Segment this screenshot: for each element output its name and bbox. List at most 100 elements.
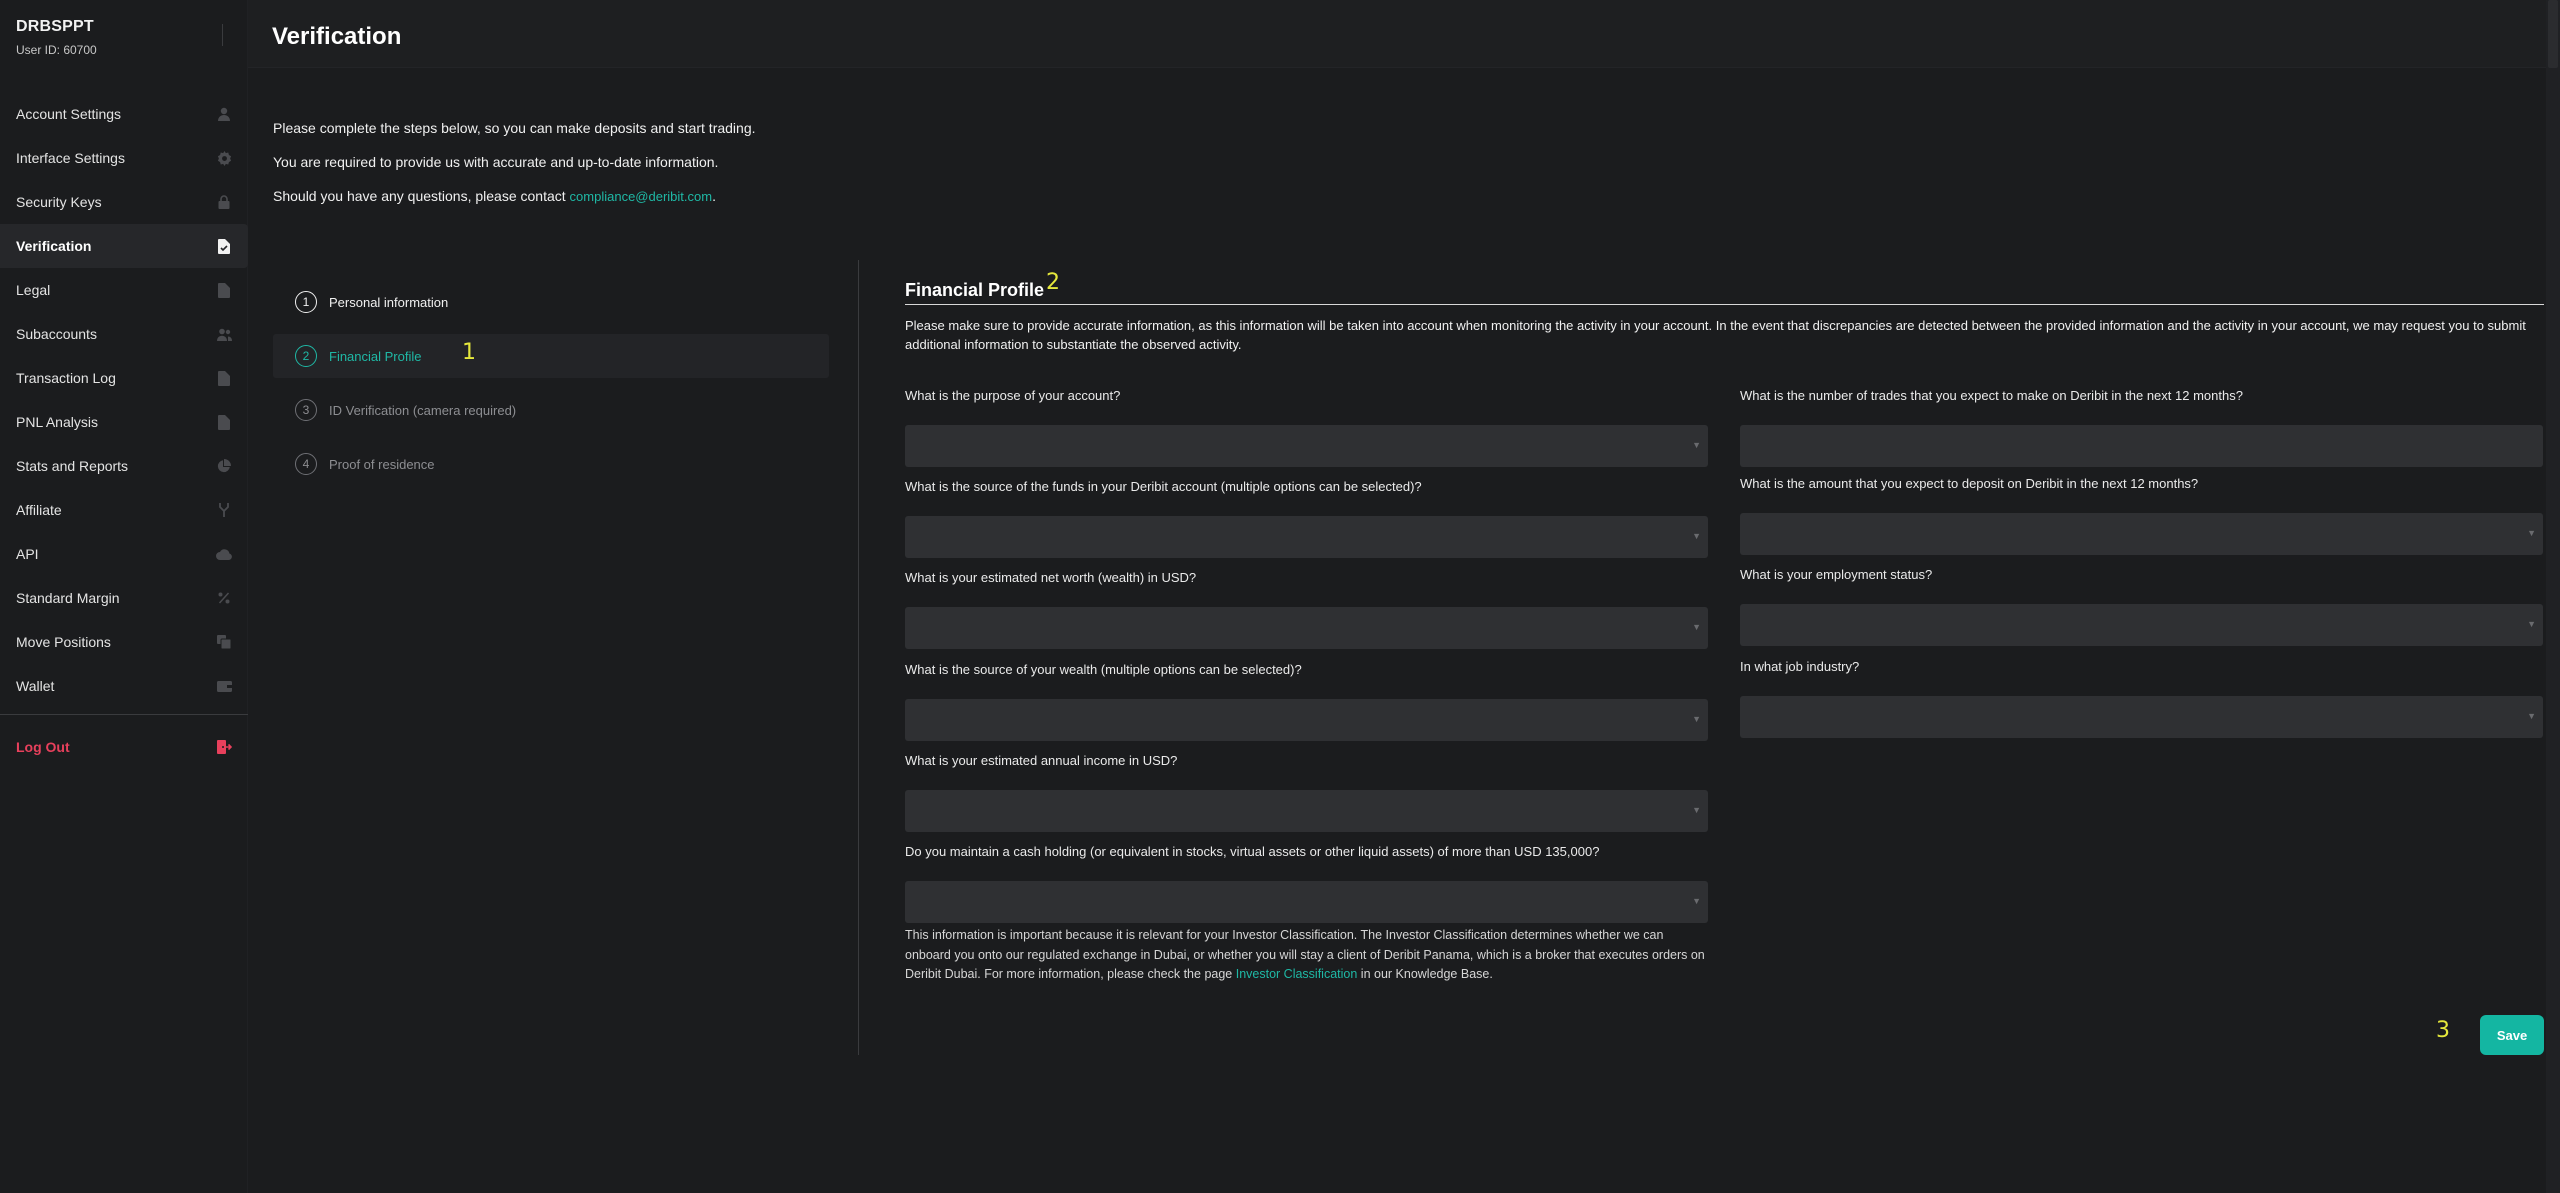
- scrollbar[interactable]: [2546, 0, 2560, 1193]
- field-annual-income: What is your estimated annual income in …: [905, 753, 1708, 832]
- sidebar-item-label: Security Keys: [16, 194, 102, 210]
- chevron-down-icon: ▼: [2527, 528, 2536, 538]
- sidebar-item-security-keys[interactable]: Security Keys: [0, 180, 248, 224]
- field-label: What is your estimated annual income in …: [905, 753, 1178, 768]
- users-icon: [216, 326, 232, 342]
- field-label: In what job industry?: [1740, 659, 1860, 674]
- sidebar-item-pnl-analysis[interactable]: PNL Analysis: [0, 400, 248, 444]
- column-divider: [858, 260, 859, 1055]
- job-industry-select[interactable]: ▼: [1740, 696, 2543, 738]
- chevron-down-icon: ▼: [1692, 714, 1701, 724]
- user-id: User ID: 60700: [16, 43, 97, 57]
- sidebar: DRBSPPT User ID: 60700 Account Settings …: [0, 0, 248, 1193]
- save-button[interactable]: Save: [2480, 1015, 2544, 1055]
- step-personal-information[interactable]: 1 Personal information: [273, 280, 829, 324]
- chevron-down-icon: ▼: [1692, 440, 1701, 450]
- sidebar-item-standard-margin[interactable]: Standard Margin: [0, 576, 248, 620]
- source-of-funds-select[interactable]: ▼: [905, 516, 1708, 558]
- form-title: Financial Profile: [905, 280, 1045, 300]
- page-header: Verification: [248, 0, 2546, 68]
- intro-line: Should you have any questions, please co…: [273, 188, 756, 222]
- percent-icon: [216, 590, 232, 606]
- sidebar-divider: [0, 714, 248, 715]
- user-block: DRBSPPT User ID: 60700: [16, 18, 97, 57]
- account-purpose-select[interactable]: ▼: [905, 425, 1708, 467]
- field-label: What is your estimated net worth (wealth…: [905, 570, 1197, 585]
- user-name: DRBSPPT: [16, 18, 94, 35]
- field-account-purpose: What is the purpose of your account? ▼: [905, 388, 1708, 467]
- sidebar-item-label: Transaction Log: [16, 370, 116, 386]
- scrollbar-thumb[interactable]: [2548, 0, 2558, 68]
- field-label: What is the source of the funds in your …: [905, 479, 1422, 494]
- intro-line: Please complete the steps below, so you …: [273, 120, 756, 136]
- sidebar-item-legal[interactable]: Legal: [0, 268, 248, 312]
- chevron-down-icon: ▼: [1692, 531, 1701, 541]
- net-worth-select[interactable]: ▼: [905, 607, 1708, 649]
- wallet-icon: [216, 678, 232, 694]
- compliance-email-link[interactable]: compliance@deribit.com: [570, 189, 713, 204]
- field-expected-deposit: What is the amount that you expect to de…: [1740, 476, 2543, 555]
- intro-line: You are required to provide us with accu…: [273, 154, 719, 170]
- logout-label: Log Out: [16, 739, 70, 755]
- step-label: Proof of residence: [329, 456, 435, 472]
- field-cash-holding: Do you maintain a cash holding (or equiv…: [905, 844, 1708, 923]
- sidebar-item-verification[interactable]: Verification: [0, 224, 248, 268]
- step-label: Financial Profile: [329, 348, 422, 364]
- gear-icon: [216, 150, 232, 166]
- intro-contact-prefix: Should you have any questions, please co…: [273, 188, 570, 204]
- sidebar-item-affiliate[interactable]: Affiliate: [0, 488, 248, 532]
- cash-holding-select[interactable]: ▼: [905, 881, 1708, 923]
- sidebar-item-move-positions[interactable]: Move Positions: [0, 620, 248, 664]
- sidebar-item-transaction-log[interactable]: Transaction Log: [0, 356, 248, 400]
- sidebar-item-label: Standard Margin: [16, 590, 120, 606]
- sidebar-item-account-settings[interactable]: Account Settings: [0, 92, 248, 136]
- step-financial-profile[interactable]: 2 Financial Profile: [273, 334, 829, 378]
- field-expected-trades: What is the number of trades that you ex…: [1740, 388, 2543, 467]
- step-number: 2: [295, 345, 317, 367]
- page-title: Verification: [272, 23, 402, 50]
- document-check-icon: [216, 238, 232, 254]
- sidebar-item-stats-and-reports[interactable]: Stats and Reports: [0, 444, 248, 488]
- step-number: 4: [295, 453, 317, 475]
- investor-classification-note: This information is important because it…: [905, 926, 1705, 985]
- step-number: 3: [295, 399, 317, 421]
- form-description: Please make sure to provide accurate inf…: [905, 318, 2526, 352]
- field-job-industry: In what job industry? ▼: [1740, 659, 2543, 738]
- investor-classification-link[interactable]: Investor Classification: [1236, 967, 1358, 981]
- logout-button[interactable]: Log Out: [0, 725, 248, 769]
- footnote-suffix: in our Knowledge Base.: [1357, 967, 1493, 981]
- sidebar-item-interface-settings[interactable]: Interface Settings: [0, 136, 248, 180]
- sidebar-item-label: Stats and Reports: [16, 458, 129, 474]
- field-source-of-funds: What is the source of the funds in your …: [905, 479, 1708, 558]
- annotation-marker-1: 1: [462, 340, 476, 365]
- expected-trades-input[interactable]: [1740, 425, 2543, 467]
- field-label: What is the amount that you expect to de…: [1740, 476, 2199, 491]
- sidebar-nav: Account Settings Interface Settings Secu…: [0, 92, 248, 769]
- field-label: Do you maintain a cash holding (or equiv…: [905, 844, 1600, 859]
- document-icon: [216, 414, 232, 430]
- sidebar-item-wallet[interactable]: Wallet: [0, 664, 248, 708]
- step-number: 1: [295, 291, 317, 313]
- employment-status-select[interactable]: ▼: [1740, 604, 2543, 646]
- logout-icon: [216, 739, 232, 755]
- step-label: Personal information: [329, 294, 449, 310]
- step-id-verification[interactable]: 3 ID Verification (camera required): [273, 388, 829, 432]
- sidebar-item-api[interactable]: API: [0, 532, 248, 576]
- annual-income-select[interactable]: ▼: [905, 790, 1708, 832]
- sidebar-item-subaccounts[interactable]: Subaccounts: [0, 312, 248, 356]
- annotation-marker-2: 2: [1046, 270, 1060, 295]
- chevron-down-icon: ▼: [1692, 622, 1701, 632]
- sidebar-item-label: Legal: [16, 282, 51, 298]
- field-label: What is the purpose of your account?: [905, 388, 1121, 403]
- source-of-wealth-select[interactable]: ▼: [905, 699, 1708, 741]
- chevron-down-icon: ▼: [2527, 619, 2536, 629]
- step-proof-of-residence[interactable]: 4 Proof of residence: [273, 442, 829, 486]
- annotation-marker-3: 3: [2436, 1018, 2450, 1043]
- chevron-down-icon: ▼: [1692, 896, 1701, 906]
- expected-deposit-select[interactable]: ▼: [1740, 513, 2543, 555]
- sidebar-item-label: Wallet: [16, 678, 55, 694]
- sidebar-item-label: Interface Settings: [16, 150, 125, 166]
- verification-steps: 1 Personal information 2 Financial Profi…: [273, 280, 829, 496]
- intro-text: Please complete the steps below, so you …: [273, 120, 756, 222]
- pie-chart-icon: [216, 458, 232, 474]
